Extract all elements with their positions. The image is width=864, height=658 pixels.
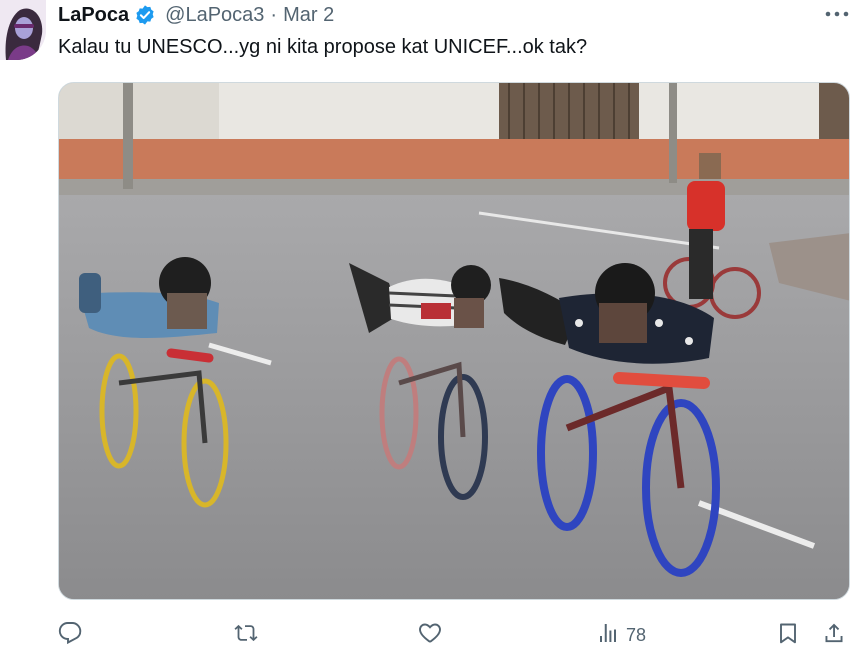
avatar[interactable] <box>0 0 46 60</box>
tweet-date[interactable]: Mar 2 <box>283 4 334 27</box>
user-handle[interactable]: @LaPoca3 <box>165 4 264 27</box>
views-icon <box>596 621 620 650</box>
header-separator: · <box>270 3 278 26</box>
share-button[interactable] <box>822 620 846 650</box>
views-button[interactable]: 78 <box>596 620 646 650</box>
retweet-icon <box>234 621 258 650</box>
bookmark-button[interactable] <box>776 620 800 650</box>
views-count: 78 <box>626 624 647 645</box>
tweet-text: Kalau tu UNESCO...yg ni kita propose kat… <box>58 36 588 58</box>
reply-button[interactable] <box>58 620 82 650</box>
tweet-header: LaPoca @LaPoca3 · Mar 2 <box>58 2 334 28</box>
retweet-button[interactable] <box>234 620 258 650</box>
avatar-image <box>0 0 46 60</box>
heart-icon <box>418 621 442 650</box>
share-icon <box>822 621 846 650</box>
like-button[interactable] <box>418 620 442 650</box>
reply-icon <box>58 621 82 650</box>
tweet-photo[interactable] <box>58 82 850 600</box>
bookmark-icon <box>776 621 800 650</box>
verified-badge-icon <box>134 4 156 26</box>
tweet-actions: 78 <box>58 620 850 650</box>
display-name[interactable]: LaPoca <box>58 4 129 27</box>
more-options-icon[interactable] <box>824 4 850 24</box>
